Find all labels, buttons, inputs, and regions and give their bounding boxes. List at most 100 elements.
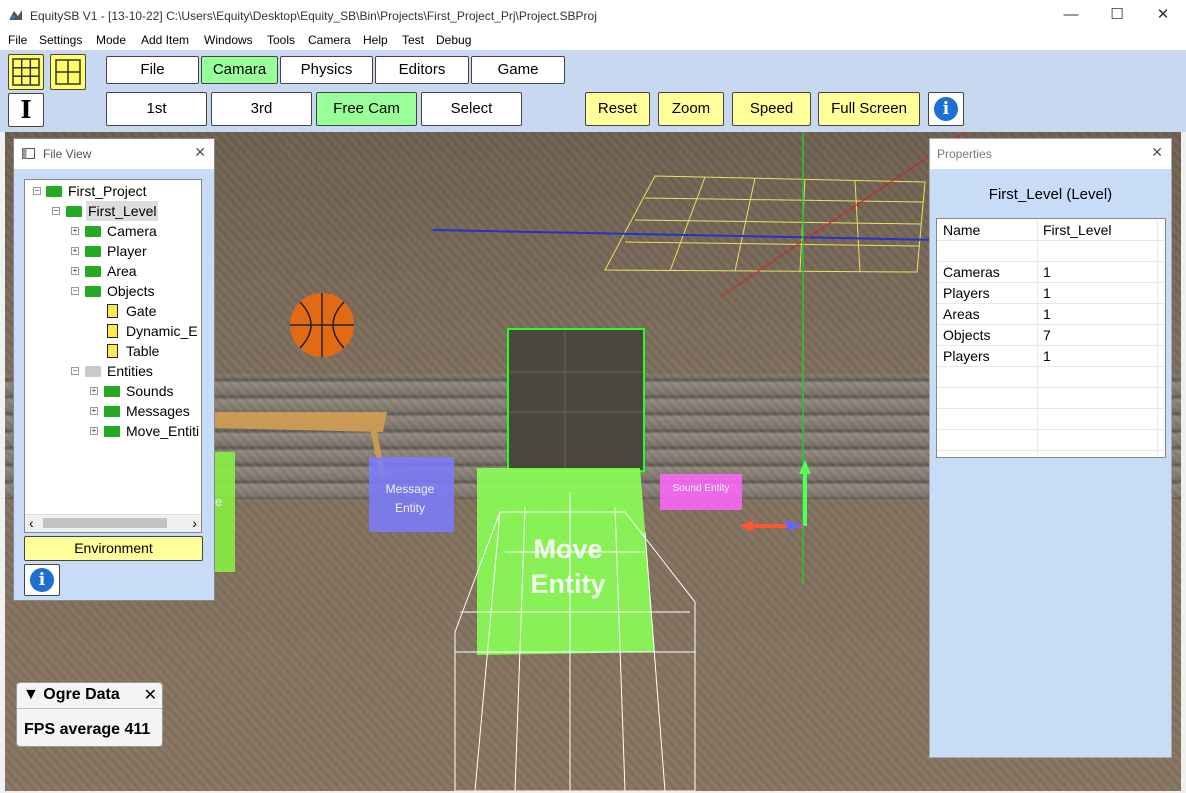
menu-settings[interactable]: Settings [39, 33, 82, 47]
ogre-data-header[interactable]: ▼ Ogre Data ✕ [17, 683, 162, 709]
game-button[interactable]: Game [471, 56, 565, 84]
folder-open-icon [85, 366, 101, 377]
prop-players-2-value: 1 [1043, 348, 1051, 364]
collapse-icon[interactable]: − [71, 367, 79, 375]
properties-grid[interactable]: Name First_Level Cameras 1 Players 1 Are… [936, 218, 1166, 458]
file-button[interactable]: File [106, 56, 199, 84]
move-entity-label: Move Entity [513, 532, 623, 602]
info-icon: i [932, 95, 960, 123]
tree-item-messages[interactable]: + Messages [25, 401, 201, 421]
tree-item-objects[interactable]: − Objects [25, 281, 201, 301]
horizontal-scrollbar[interactable]: ‹ › [25, 514, 201, 532]
document-icon [107, 344, 118, 358]
text-tool-button[interactable]: I [8, 93, 44, 127]
tree-item-area[interactable]: + Area [25, 261, 201, 281]
prop-players-value: 1 [1043, 285, 1051, 301]
tree-item-label: First_Project [68, 183, 147, 199]
properties-heading: First_Level (Level) [988, 186, 1113, 203]
menu-tools[interactable]: Tools [267, 33, 295, 47]
left-entity-label: e [215, 494, 223, 509]
close-window-button[interactable]: ✕ [1140, 0, 1186, 30]
first-person-button[interactable]: 1st [106, 92, 207, 126]
reset-button[interactable]: Reset [585, 92, 650, 126]
prop-cameras-label: Cameras [943, 264, 1000, 280]
window-icon [22, 148, 35, 159]
table-object [210, 412, 387, 478]
properties-close-icon[interactable]: ✕ [1151, 144, 1163, 161]
tree-item-label: Area [107, 263, 137, 279]
ogre-data-close-icon[interactable]: ✕ [144, 685, 157, 705]
menu-test[interactable]: Test [402, 33, 424, 47]
scroll-left-icon[interactable]: ‹ [29, 515, 34, 531]
prop-name-value[interactable]: First_Level [1043, 222, 1111, 238]
folder-icon [85, 266, 101, 277]
menu-windows[interactable]: Windows [204, 33, 253, 47]
full-screen-button[interactable]: Full Screen [818, 92, 920, 126]
menu-add-item[interactable]: Add Item [141, 33, 189, 47]
folder-open-icon [85, 286, 101, 297]
toolbar: I File Camara Physics Editors Game 1st 3… [0, 50, 1186, 132]
tree-item-entities[interactable]: − Entities [25, 361, 201, 381]
expand-icon[interactable]: + [90, 387, 98, 395]
tree-item-gate[interactable]: Gate [25, 301, 201, 321]
select-button[interactable]: Select [421, 92, 522, 126]
maximize-button[interactable]: ☐ [1094, 0, 1140, 30]
tree-item-first-project[interactable]: − First_Project [25, 181, 201, 201]
physics-button[interactable]: Physics [280, 56, 373, 84]
grid-view-button[interactable] [8, 54, 44, 90]
speed-button[interactable]: Speed [732, 92, 811, 126]
app-logo-icon [10, 10, 22, 20]
tree-item-camera[interactable]: + Camera [25, 221, 201, 241]
minimize-button[interactable]: — [1048, 0, 1094, 30]
tree-item-table[interactable]: Table [25, 341, 201, 361]
tree-item-dynamic[interactable]: Dynamic_E [25, 321, 201, 341]
file-view-panel: File View ✕ − First_Project − First_Leve… [13, 138, 215, 601]
environment-button[interactable]: Environment [24, 536, 203, 561]
file-view-info-button[interactable]: i [24, 564, 60, 596]
menu-mode[interactable]: Mode [96, 33, 126, 47]
basketball [290, 293, 354, 357]
scrollbar-thumb[interactable] [43, 518, 167, 528]
expand-icon[interactable]: + [90, 407, 98, 415]
folder-icon [85, 246, 101, 257]
editors-button[interactable]: Editors [375, 56, 469, 84]
collapse-icon[interactable]: − [33, 187, 41, 195]
scroll-right-icon[interactable]: › [192, 515, 197, 531]
collapse-icon[interactable]: − [52, 207, 60, 215]
menu-help[interactable]: Help [363, 33, 388, 47]
quad-view-button[interactable] [50, 54, 86, 90]
expand-icon[interactable]: + [71, 247, 79, 255]
tree-item-player[interactable]: + Player [25, 241, 201, 261]
quad-view-icon [55, 59, 81, 85]
tree-item-first-level[interactable]: − First_Level [25, 201, 201, 221]
project-tree: − First_Project − First_Level + Camera +… [24, 179, 202, 533]
grid-divider [1037, 219, 1038, 457]
zoom-button[interactable]: Zoom [658, 92, 724, 126]
tree-item-label: Move_Entiti [126, 423, 200, 439]
menu-debug[interactable]: Debug [436, 33, 471, 47]
tree-item-sounds[interactable]: + Sounds [25, 381, 201, 401]
ogre-data-panel: ▼ Ogre Data ✕ FPS average 411 [16, 682, 163, 747]
expand-icon[interactable]: + [90, 427, 98, 435]
ogre-data-title: ▼ Ogre Data [23, 686, 120, 703]
folder-open-icon [66, 206, 82, 217]
properties-panel: Properties ✕ First_Level (Level) Name Fi… [929, 138, 1172, 758]
axis-blue-line [432, 229, 941, 241]
properties-titlebar: Properties ✕ [930, 139, 1171, 169]
camara-button[interactable]: Camara [201, 56, 278, 84]
expand-icon[interactable]: + [71, 227, 79, 235]
file-view-title: File View [43, 147, 92, 161]
tree-item-label: Gate [126, 303, 157, 319]
collapse-icon[interactable]: − [71, 287, 79, 295]
info-button[interactable]: i [928, 92, 964, 126]
free-cam-button[interactable]: Free Cam [316, 92, 417, 126]
menu-camera[interactable]: Camera [308, 33, 351, 47]
message-entity-label: Message Entity [385, 482, 435, 515]
grid-divider [1157, 219, 1158, 457]
expand-icon[interactable]: + [71, 267, 79, 275]
file-view-close-icon[interactable]: ✕ [194, 144, 206, 161]
menu-file[interactable]: File [8, 33, 27, 47]
tree-item-move-entities[interactable]: + Move_Entiti [25, 421, 201, 441]
third-person-button[interactable]: 3rd [211, 92, 312, 126]
text-cursor-icon: I [20, 95, 32, 124]
